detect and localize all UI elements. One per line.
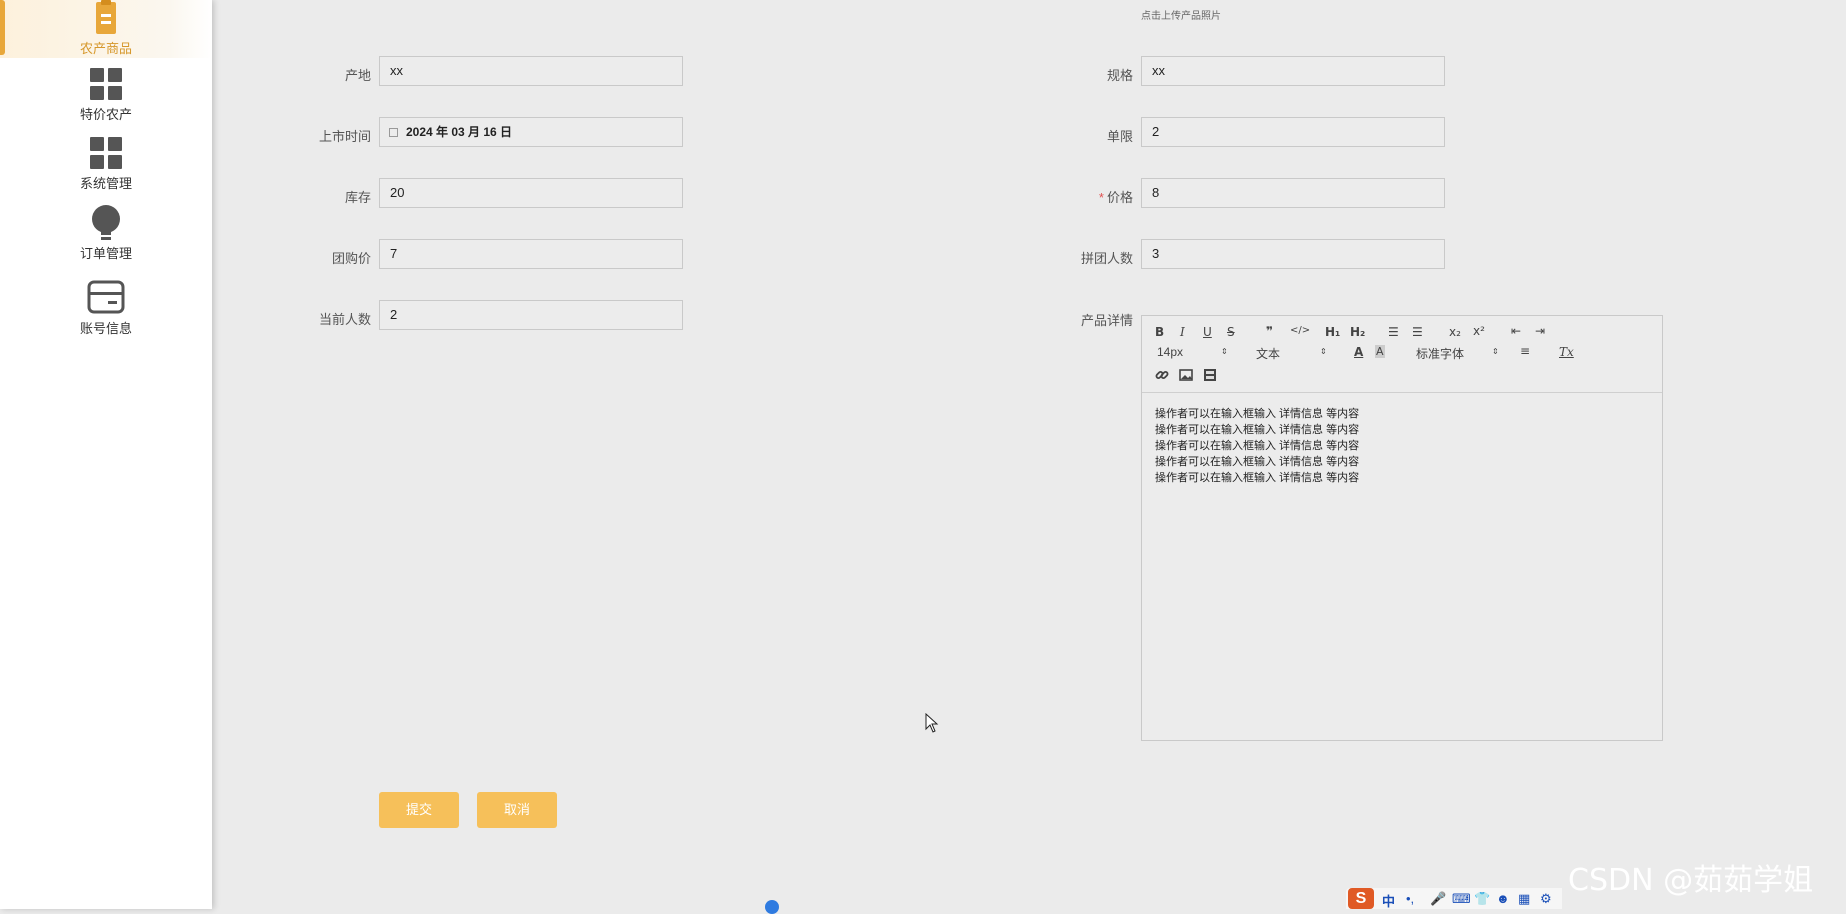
group-price-field[interactable]: 7 [379, 239, 683, 269]
ordered-list-button[interactable]: ☰ [1388, 325, 1399, 339]
listing-date-label: 上市时间 [318, 129, 371, 144]
font-family-value: 标准字体 [1416, 347, 1465, 361]
underline-button[interactable]: U [1203, 325, 1212, 339]
mic-icon[interactable]: 🎤 [1430, 891, 1446, 907]
sidebar-item-label: 特价农产 [79, 107, 132, 122]
sidebar-item-label: 订单管理 [79, 246, 132, 261]
grid-icon[interactable]: ▦ [1518, 891, 1530, 907]
editor-toolbar: B I U S ❞ </> H₁ H₂ ☰ ☰ x₂ x² ⇤ ⇥ 14px ⇕… [1142, 316, 1662, 393]
cancel-button[interactable]: 取消 [477, 792, 557, 828]
code-button[interactable]: </> [1290, 325, 1310, 336]
required-mark: * [1098, 190, 1104, 205]
mouse-cursor-icon [925, 713, 939, 733]
sidebar: 农产商品 特价农产 系统管理 订单管理 账号信息 [0, 0, 212, 909]
lightbulb-icon [92, 205, 120, 240]
limit-label: 单限 [1106, 129, 1133, 144]
outdent-button[interactable]: ⇤ [1511, 324, 1521, 338]
current-count-label: 当前人数 [318, 312, 371, 327]
group-size-field[interactable]: 3 [1141, 239, 1445, 269]
quote-button[interactable]: ❞ [1266, 324, 1273, 338]
chevron-updown-icon: ⇕ [1320, 347, 1327, 356]
chevron-updown-icon: ⇕ [1492, 347, 1499, 356]
content-line: 操作者可以在输入框输入 详情信息 等内容 [1155, 472, 1360, 484]
ime-punct-toggle[interactable]: •, [1406, 891, 1414, 906]
ime-toolbar[interactable]: S 中 •, 🎤 ⌨ 👕 ☻ ▦ ⚙ [1346, 888, 1562, 909]
grid-icon [90, 137, 122, 169]
sogou-logo-icon[interactable]: S [1348, 888, 1374, 909]
group-size-label: 拼团人数 [1080, 251, 1133, 266]
clipboard-icon [96, 0, 116, 34]
content-line: 操作者可以在输入框输入 详情信息 等内容 [1155, 424, 1360, 436]
spec-field[interactable]: xx [1141, 56, 1445, 86]
floating-dot-icon [765, 900, 779, 914]
editor-content[interactable]: 操作者可以在输入框输入 详情信息 等内容 操作者可以在输入框输入 详情信息 等内… [1155, 406, 1359, 486]
sidebar-item-special-products[interactable]: 特价农产 [0, 68, 212, 123]
calendar-icon [389, 128, 398, 137]
sidebar-item-label: 农产商品 [79, 41, 132, 56]
price-label: * 价格 [1033, 187, 1133, 206]
settings-icon[interactable]: ⚙ [1540, 891, 1552, 907]
content-line: 操作者可以在输入框输入 详情信息 等内容 [1155, 456, 1360, 468]
submit-button[interactable]: 提交 [379, 792, 459, 828]
strike-button[interactable]: S [1227, 325, 1235, 339]
card-icon [87, 280, 125, 314]
origin-field[interactable]: xx [379, 56, 683, 86]
grid-icon [90, 68, 122, 100]
limit-field[interactable]: 2 [1141, 117, 1445, 147]
ime-lang-toggle[interactable]: 中 [1382, 891, 1395, 910]
block-type-value: 文本 [1256, 347, 1281, 361]
clear-format-button[interactable]: Tx [1559, 345, 1574, 359]
link-icon[interactable] [1155, 368, 1169, 382]
listing-date-field[interactable]: 2024 年 03 月 16 日 [379, 117, 683, 147]
superscript-button[interactable]: x² [1473, 324, 1485, 338]
spec-label: 规格 [1106, 68, 1133, 83]
current-count-field[interactable]: 2 [379, 300, 683, 330]
watermark: CSDN @茹茹学姐 [1568, 863, 1814, 898]
content-line: 操作者可以在输入框输入 详情信息 等内容 [1155, 440, 1360, 452]
font-color-button[interactable]: A [1354, 345, 1363, 359]
origin-label: 产地 [344, 68, 371, 83]
group-price-label: 团购价 [331, 251, 371, 266]
shirt-icon[interactable]: 👕 [1474, 891, 1490, 907]
upload-hint[interactable]: 点击上传产品照片 [1141, 7, 1221, 22]
block-type-select[interactable]: 文本 ⇕ [1256, 345, 1328, 362]
sidebar-item-orders[interactable]: 订单管理 [0, 205, 212, 262]
price-label-text: 价格 [1106, 190, 1133, 205]
indent-button[interactable]: ⇥ [1535, 324, 1545, 338]
sidebar-item-label: 账号信息 [79, 321, 132, 336]
content-line: 操作者可以在输入框输入 详情信息 等内容 [1155, 408, 1360, 420]
italic-button[interactable]: I [1180, 325, 1185, 339]
detail-editor[interactable]: B I U S ❞ </> H₁ H₂ ☰ ☰ x₂ x² ⇤ ⇥ 14px ⇕… [1141, 315, 1663, 741]
sidebar-item-agri-products[interactable]: 农产商品 [0, 0, 212, 58]
stock-label: 库存 [344, 190, 371, 205]
video-icon[interactable] [1203, 368, 1217, 382]
font-family-select[interactable]: 标准字体 ⇕ [1416, 345, 1499, 362]
subscript-button[interactable]: x₂ [1449, 325, 1461, 339]
bold-button[interactable]: B [1155, 325, 1164, 339]
active-indicator [0, 0, 5, 55]
font-size-select[interactable]: 14px ⇕ [1157, 345, 1229, 359]
align-button[interactable]: ≡ [1520, 344, 1530, 358]
background-color-button[interactable]: A [1375, 345, 1385, 358]
chevron-updown-icon: ⇕ [1221, 347, 1228, 356]
sidebar-item-system[interactable]: 系统管理 [0, 137, 212, 192]
image-icon[interactable] [1179, 368, 1193, 382]
price-field[interactable]: 8 [1141, 178, 1445, 208]
h2-button[interactable]: H₂ [1350, 325, 1365, 339]
bullet-list-button[interactable]: ☰ [1412, 325, 1423, 339]
h1-button[interactable]: H₁ [1325, 325, 1340, 339]
keyboard-icon[interactable]: ⌨ [1452, 891, 1471, 907]
robot-icon[interactable]: ☻ [1496, 891, 1510, 906]
listing-date-value: 2024 年 03 月 16 日 [406, 125, 513, 139]
stock-field[interactable]: 20 [379, 178, 683, 208]
font-size-value: 14px [1157, 345, 1184, 359]
sidebar-item-label: 系统管理 [79, 176, 132, 191]
detail-label: 产品详情 [1080, 313, 1133, 328]
sidebar-item-account[interactable]: 账号信息 [0, 280, 212, 337]
